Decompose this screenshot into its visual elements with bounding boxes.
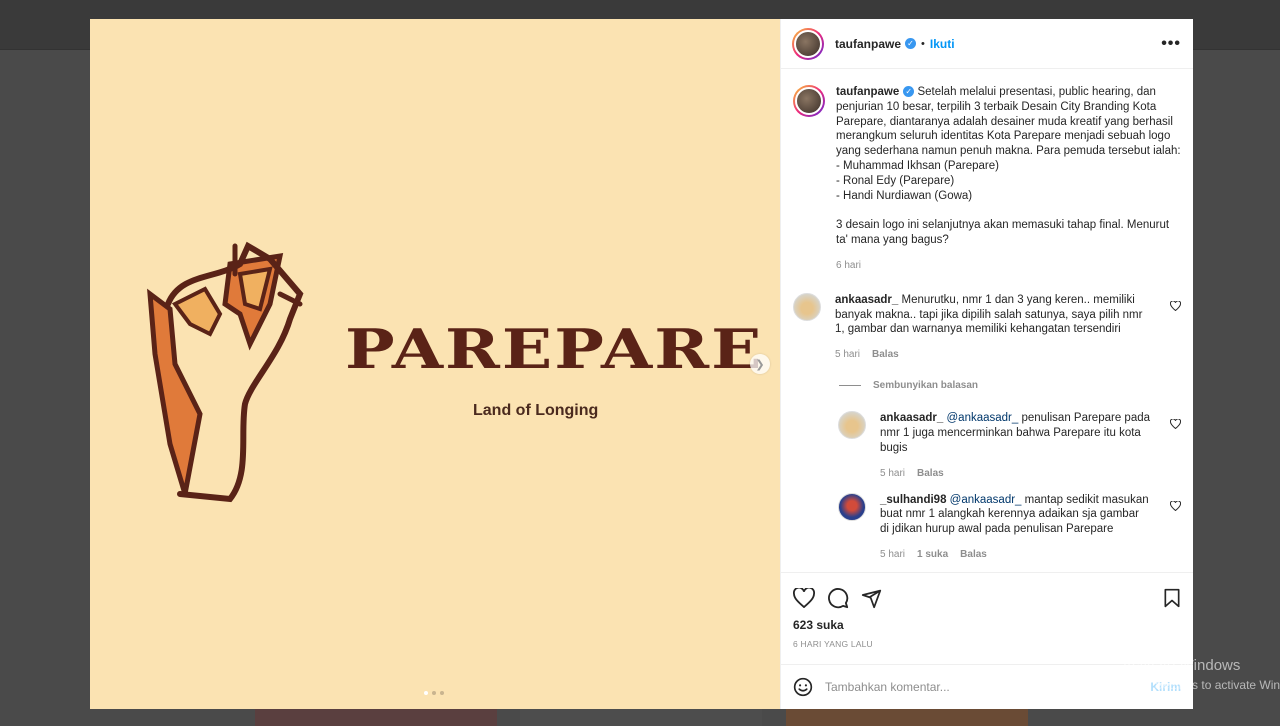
carousel-dot (424, 691, 428, 695)
hide-replies-label: Sembunyikan balasan (873, 380, 979, 392)
reply-username[interactable]: _sulhandi98 (880, 494, 946, 506)
emoji-icon[interactable] (793, 677, 813, 697)
commenter-avatar[interactable] (838, 492, 866, 521)
follow-button[interactable]: Ikuti (930, 37, 955, 51)
reply-time[interactable]: 5 hari (880, 468, 905, 479)
post-header: taufanpawe ✓ • Ikuti ••• (781, 19, 1193, 69)
comment-icon[interactable] (827, 587, 849, 609)
post-timestamp: 6 HARI YANG LALU (793, 639, 873, 649)
author-username[interactable]: taufanpawe (835, 37, 901, 51)
heart-icon[interactable] (793, 588, 815, 608)
reply-button[interactable]: Balas (917, 468, 944, 479)
chevron-right-icon: ❯ (755, 358, 765, 371)
comment-username[interactable]: ankaasadr_ (835, 294, 898, 306)
reply-button[interactable]: Balas (872, 349, 899, 360)
post-details-panel: taufanpawe ✓ • Ikuti ••• taufanpawe ✓ Set… (780, 19, 1193, 709)
heart-icon[interactable] (1170, 300, 1181, 311)
caption-time[interactable]: 6 hari (836, 260, 861, 271)
logo-wordmark: PAREPARE (345, 317, 764, 381)
reply-time[interactable]: 5 hari (880, 549, 905, 560)
reply-mention[interactable]: @ankaasadr_ (947, 412, 1019, 424)
heart-icon[interactable] (1170, 419, 1181, 430)
carousel-indicator (424, 691, 444, 695)
reply-button[interactable]: Balas (960, 549, 987, 560)
share-icon[interactable] (861, 588, 882, 609)
separator-dot: • (921, 37, 925, 50)
comments-scroll-area[interactable]: taufanpawe ✓ Setelah melalui presentasi, … (781, 69, 1193, 572)
parepare-logo-mark (147, 241, 304, 503)
reply-likes[interactable]: 1 suka (917, 549, 948, 560)
comment-input[interactable] (825, 680, 1075, 694)
heart-icon[interactable] (1170, 500, 1181, 511)
caption-text: Setelah melalui presentasi, public heari… (836, 86, 1181, 246)
carousel-dot (432, 691, 436, 695)
windows-activation-watermark: Activate Windows Go to Settings to activ… (1122, 657, 1280, 692)
background-tile (520, 708, 762, 726)
background-tile (255, 708, 497, 726)
more-options-button[interactable]: ••• (1161, 35, 1181, 53)
watermark-title: Activate Windows (1122, 657, 1241, 674)
verified-badge-icon: ✓ (905, 38, 917, 49)
reply-mention[interactable]: @ankaasadr_ (950, 494, 1022, 506)
post-actions: 623 suka 6 HARI YANG LALU (781, 572, 1193, 664)
likes-count[interactable]: 623 suka (793, 618, 1181, 632)
verified-badge-icon: ✓ (903, 86, 915, 98)
caption-username[interactable]: taufanpawe (836, 86, 899, 98)
logo-tagline: Land of Longing (473, 402, 599, 419)
author-avatar[interactable] (792, 27, 824, 60)
hide-replies-button[interactable]: Sembunyikan balasan (839, 380, 1181, 391)
next-image-button[interactable]: ❯ (750, 354, 770, 374)
commenter-avatar[interactable] (838, 411, 866, 440)
carousel-dot (440, 691, 444, 695)
reply-username[interactable]: ankaasadr_ (880, 412, 943, 424)
caption: taufanpawe ✓ Setelah melalui presentasi, … (793, 85, 1181, 271)
watermark-subtitle: Go to Settings to activate Windows. (1122, 678, 1280, 692)
bookmark-icon[interactable] (1163, 588, 1181, 608)
post-modal: PAREPARE Land of Longing ❯ taufanpawe ✓ … (90, 19, 1193, 709)
comment: ankaasadr_ Menurutku, nmr 1 dan 3 yang k… (793, 292, 1181, 360)
comment-time[interactable]: 5 hari (835, 349, 860, 360)
author-avatar[interactable] (793, 85, 825, 117)
reply: ankaasadr_ @ankaasadr_ penulisan Parepar… (838, 411, 1181, 479)
commenter-avatar[interactable] (793, 292, 821, 321)
post-image: PAREPARE Land of Longing ❯ (90, 19, 780, 709)
background-tile (786, 708, 1028, 726)
reply: _sulhandi98 @ankaasadr_ mantap sedikit m… (838, 492, 1181, 560)
